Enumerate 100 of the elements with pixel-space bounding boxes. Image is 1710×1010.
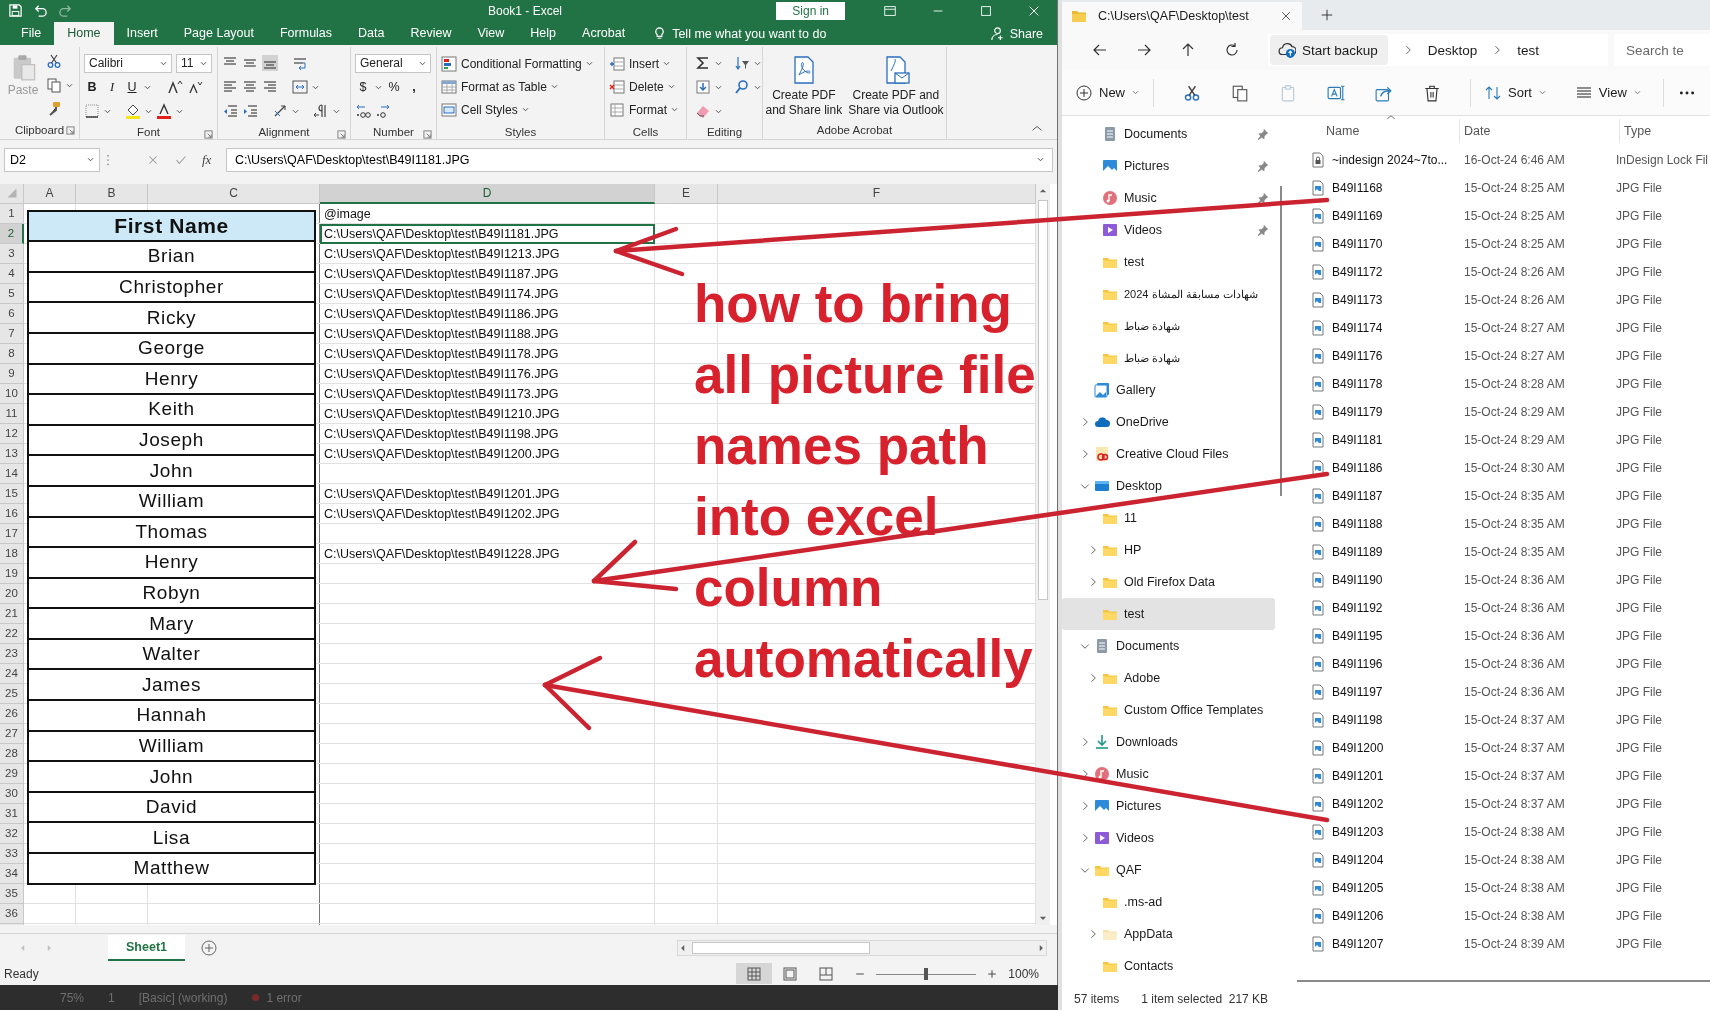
redo-icon[interactable]	[58, 3, 73, 19]
wrap-text-icon[interactable]	[292, 55, 308, 72]
file-name[interactable]: B49I1207	[1332, 937, 1460, 951]
breadcrumb-item[interactable]: test	[1517, 42, 1540, 58]
number-format-dropdown[interactable]: General	[355, 53, 431, 73]
dialog-launcher-icon[interactable]	[337, 130, 346, 140]
table-cell[interactable]: C:\Users\QAF\Desktop\test\B49I1201.JPG	[320, 483, 655, 504]
scrollbar[interactable]	[1297, 980, 1710, 982]
ribbon-tab[interactable]: View	[464, 22, 518, 46]
tree-item[interactable]: شهادة ضباط	[1062, 342, 1275, 374]
file-name[interactable]: B49I1205	[1332, 881, 1460, 895]
increase-indent-icon[interactable]	[242, 103, 258, 120]
insert-function-button[interactable]: fx	[202, 151, 212, 168]
grow-font-icon[interactable]	[167, 79, 183, 96]
column-header[interactable]: D	[320, 183, 655, 204]
tree-item[interactable]: Videos	[1062, 822, 1275, 854]
file-name[interactable]: B49I1187	[1332, 489, 1460, 503]
currency-button[interactable]: $	[355, 80, 371, 95]
sigma-icon[interactable]	[695, 55, 711, 72]
text-direction-icon[interactable]	[313, 103, 329, 120]
file-name[interactable]: B49I1201	[1332, 769, 1460, 783]
ribbon-options-icon[interactable]	[883, 3, 897, 18]
tree-item[interactable]: Old Firefox Data	[1062, 566, 1275, 598]
file-name[interactable]: B49I1174	[1332, 321, 1460, 335]
table-cell[interactable]: C:\Users\QAF\Desktop\test\B49I1173.JPG	[320, 383, 655, 404]
file-name[interactable]: B49I1206	[1332, 909, 1460, 923]
row-header[interactable]: 2	[0, 223, 24, 244]
normal-view-icon[interactable]	[746, 965, 763, 982]
new-tab-icon[interactable]	[1320, 8, 1334, 22]
file-name[interactable]: B49I1189	[1332, 545, 1460, 559]
percent-button[interactable]: %	[386, 80, 402, 95]
font-color-icon[interactable]	[156, 103, 172, 120]
tree-item[interactable]: Adobe	[1062, 662, 1275, 694]
font-size-dropdown[interactable]: 11	[176, 53, 212, 73]
up-arrow-icon[interactable]	[1180, 42, 1196, 58]
tree-item[interactable]: test	[1062, 246, 1275, 278]
table-cell[interactable]: C:\Users\QAF\Desktop\test\B49I1200.JPG	[320, 443, 655, 464]
column-header[interactable]: F	[718, 183, 1036, 204]
tell-me-search[interactable]: Tell me what you want to do	[652, 22, 827, 46]
comma-button[interactable]: ,	[406, 80, 422, 95]
table-cell[interactable]: C:\Users\QAF\Desktop\test\B49I1176.JPG	[320, 363, 655, 384]
file-name[interactable]: B49I1198	[1332, 713, 1460, 727]
file-name[interactable]: B49I1203	[1332, 825, 1460, 839]
table-cell[interactable]: C:\Users\QAF\Desktop\test\B49I1202.JPG	[320, 503, 655, 524]
ribbon-tab[interactable]: Insert	[113, 22, 171, 46]
styles-menu-button[interactable]: Conditional Formatting	[441, 53, 593, 75]
decrease-indent-icon[interactable]	[222, 103, 238, 120]
file-name[interactable]: B49I1168	[1332, 181, 1460, 195]
view-button[interactable]: View	[1575, 84, 1641, 101]
tree-item[interactable]: Music	[1062, 182, 1275, 214]
copy-icon[interactable]	[1231, 83, 1249, 102]
ribbon-tab[interactable]: Data	[345, 22, 398, 46]
fill-down-icon[interactable]	[695, 79, 711, 96]
table-cell[interactable]: C:\Users\QAF\Desktop\test\B49I1188.JPG	[320, 323, 655, 344]
file-name[interactable]: B49I1190	[1332, 573, 1460, 587]
page-layout-icon[interactable]	[782, 965, 799, 982]
file-name[interactable]: ~indesign 2024~7to...	[1332, 153, 1460, 167]
table-cell[interactable]: C:\Users\QAF\Desktop\test\B49I1186.JPG	[320, 303, 655, 324]
file-name[interactable]: B49I1169	[1332, 209, 1460, 223]
tree-item[interactable]: شهادات مسابقة المشاة 2024	[1062, 278, 1275, 310]
pin-icon[interactable]	[1257, 160, 1269, 172]
tree-item[interactable]: Videos	[1062, 214, 1275, 246]
copy-icon[interactable]	[46, 77, 62, 94]
table-cell[interactable]: C:\Users\QAF\Desktop\test\B49I1181.JPG	[320, 223, 655, 244]
column-header[interactable]: E	[655, 183, 718, 204]
ribbon-tab[interactable]: Home	[54, 22, 114, 46]
table-cell[interactable]: C:\Users\QAF\Desktop\test\B49I1187.JPG	[320, 263, 655, 284]
underline-button[interactable]: U	[124, 80, 140, 95]
tree-item[interactable]: AppData	[1062, 918, 1275, 950]
tree-item[interactable]: OneDrive	[1062, 406, 1275, 438]
cells-menu-button[interactable]: Insert	[609, 53, 678, 75]
cells-menu-button[interactable]: Delete	[609, 76, 678, 98]
breadcrumb-item[interactable]: Desktop	[1427, 42, 1478, 58]
ribbon-tab[interactable]: File	[8, 22, 55, 46]
table-cell[interactable]: C:\Users\QAF\Desktop\test\B49I1174.JPG	[320, 283, 655, 304]
create-pdf-button[interactable]: Create PDF and Share link	[765, 51, 843, 122]
ribbon-tab[interactable]: Help	[517, 22, 570, 46]
tree-item[interactable]: شهادة ضباط	[1062, 310, 1275, 342]
file-name[interactable]: B49I1179	[1332, 405, 1460, 419]
save-icon[interactable]	[8, 3, 23, 19]
sort-button[interactable]: Sort	[1485, 84, 1546, 101]
search-icon[interactable]	[734, 79, 750, 96]
column-header[interactable]: B	[76, 183, 148, 204]
table-cell[interactable]: C:\Users\QAF\Desktop\test\B49I1178.JPG	[320, 343, 655, 364]
file-name[interactable]: B49I1192	[1332, 601, 1460, 615]
cells-menu-button[interactable]: Format	[609, 99, 678, 121]
new-button[interactable]: New	[1076, 84, 1139, 101]
sign-in-button[interactable]: Sign in	[776, 1, 845, 20]
slider-thumb[interactable]	[924, 967, 929, 980]
pin-icon[interactable]	[1257, 128, 1269, 140]
tree-item[interactable]: Music	[1062, 758, 1275, 790]
backup-button[interactable]: Start backup	[1270, 35, 1388, 65]
tree-item[interactable]: Documents	[1062, 118, 1275, 150]
table-cell[interactable]: @image	[320, 203, 655, 224]
zoom-level[interactable]: 100%	[1008, 966, 1039, 981]
file-name[interactable]: B49I1195	[1332, 629, 1460, 643]
name-box[interactable]: D2	[4, 147, 100, 172]
scissors-icon[interactable]	[1183, 83, 1201, 102]
eraser-icon[interactable]	[695, 103, 711, 120]
create-pdf-button[interactable]: Create PDF and Share via Outlook	[848, 51, 944, 122]
